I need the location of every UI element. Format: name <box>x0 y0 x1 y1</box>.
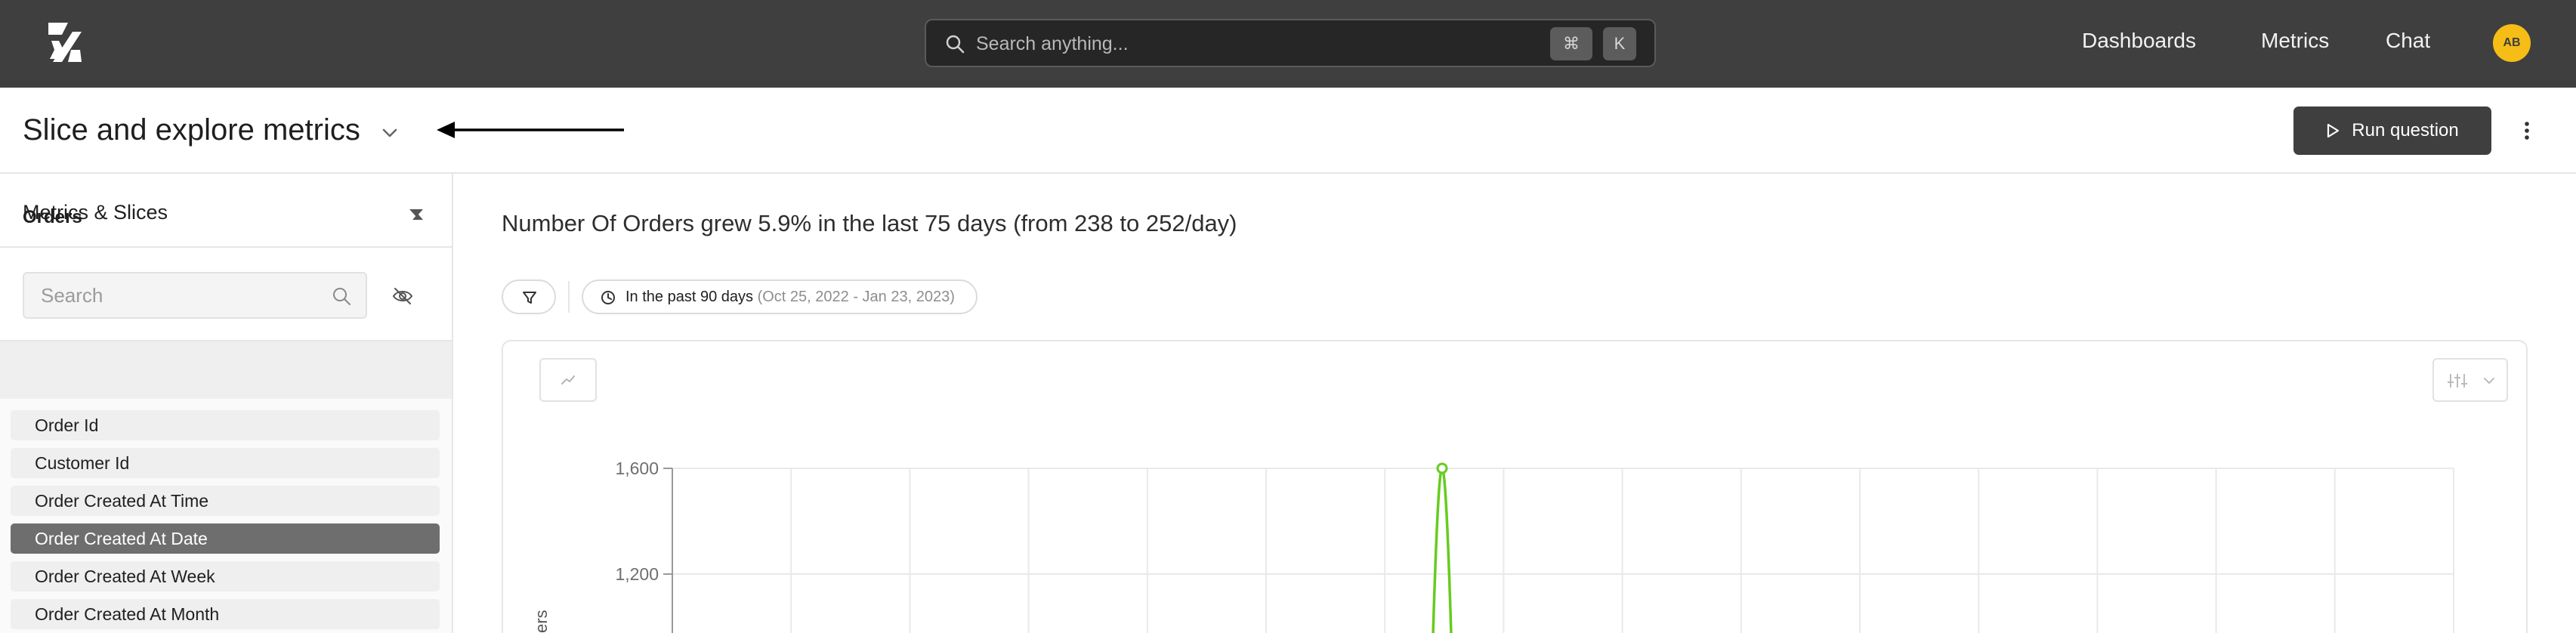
orders-group-header[interactable] <box>0 341 452 399</box>
list-item-order-created-at-month[interactable]: Order Created At Month <box>11 599 440 629</box>
user-avatar[interactable]: AB <box>2493 24 2531 62</box>
page-title-bar: Slice and explore metrics <box>0 88 2576 174</box>
search-icon <box>333 288 351 305</box>
caret-up-icon <box>412 214 423 220</box>
date-range-filter[interactable]: In the past 90 days (Oct 25, 2022 - Jan … <box>582 279 978 314</box>
chart-type-button[interactable] <box>539 358 597 402</box>
list-item-order-created-at-time[interactable]: Order Created At Time <box>11 486 440 516</box>
filter-button[interactable] <box>502 279 556 314</box>
orders-group-title: Orders <box>23 207 82 227</box>
global-search-placeholder: Search anything... <box>976 33 1129 54</box>
annotation-arrow-icon <box>437 122 624 138</box>
chevron-down-icon <box>2484 378 2494 384</box>
toolbar-divider <box>568 281 570 313</box>
shortcut-cmd-key: ⌘ <box>1550 27 1592 60</box>
sidebar-search-input[interactable] <box>23 272 367 319</box>
global-search[interactable]: Search anything... ⌘ K <box>925 19 1656 67</box>
sliders-icon <box>2448 374 2467 388</box>
line-chart-icon <box>561 375 575 384</box>
play-icon <box>2327 123 2340 138</box>
list-item-order-created-at-week[interactable]: Order Created At Week <box>11 561 440 591</box>
metric-headline: Number Of Orders grew 5.9% in the last 7… <box>502 210 1237 236</box>
app-logo-icon[interactable] <box>42 20 88 65</box>
y-axis-label: ers <box>532 610 551 633</box>
chart-settings-button[interactable] <box>2432 358 2508 402</box>
sidebar-search-area <box>0 248 452 341</box>
list-item-customer-id[interactable]: Customer Id <box>11 448 440 478</box>
y-tick-label: 1,600 <box>615 459 659 478</box>
series-line <box>1432 467 1453 633</box>
eye-off-icon[interactable] <box>391 286 414 307</box>
shortcut-k-key: K <box>1603 27 1636 60</box>
list-item-order-id[interactable]: Order Id <box>11 410 440 440</box>
nav-chat[interactable]: Chat <box>2386 29 2430 53</box>
date-range-label: In the past 90 days <box>625 289 754 305</box>
nav-metrics[interactable]: Metrics <box>2261 29 2329 53</box>
chart-grid <box>672 468 2454 633</box>
metrics-sidebar: Metrics & Slices Orders Order Id Custome… <box>0 174 453 633</box>
more-options-icon[interactable] <box>2516 118 2538 144</box>
run-question-button[interactable]: Run question <box>2293 107 2491 155</box>
run-question-label: Run question <box>2352 120 2459 140</box>
clock-icon <box>601 291 615 304</box>
date-range-dates: (Oct 25, 2022 - Jan 23, 2023) <box>757 289 955 305</box>
peak-data-point[interactable] <box>1436 462 1448 474</box>
search-icon <box>946 35 965 54</box>
page-title: Slice and explore metrics <box>23 113 360 147</box>
y-tick-label: 1,200 <box>615 564 659 584</box>
filter-icon <box>523 292 536 304</box>
top-navbar: Search anything... ⌘ K Dashboards Metric… <box>0 0 2576 88</box>
orders-line-chart: ers 1,200 1,600 <box>532 459 2454 633</box>
list-item-order-created-at-date[interactable]: Order Created At Date <box>11 523 440 554</box>
chevron-down-icon[interactable] <box>379 122 400 144</box>
nav-dashboards[interactable]: Dashboards <box>2082 29 2196 53</box>
